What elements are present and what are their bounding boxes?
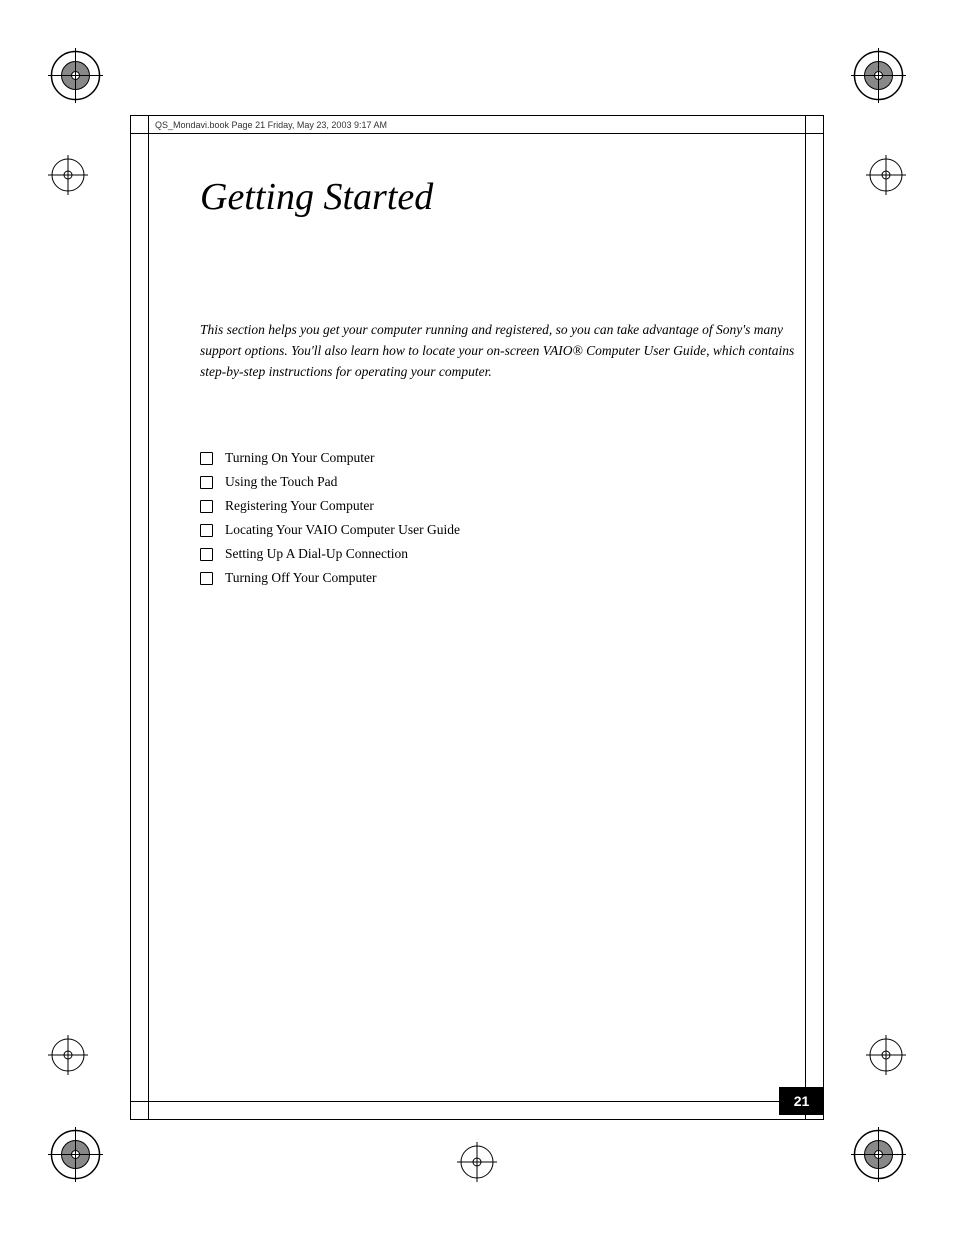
topic-list: Turning On Your Computer Using the Touch …: [200, 450, 799, 594]
rule-bottom-outer: [130, 1119, 824, 1120]
rule-right-inner: [805, 115, 806, 1120]
page-number-box: 21: [779, 1087, 824, 1115]
reg-mark-bottom-center: [457, 1142, 497, 1187]
page-number: 21: [794, 1093, 810, 1109]
list-checkbox-icon: [200, 572, 213, 585]
list-item: Turning On Your Computer: [200, 450, 799, 466]
rule-top-outer: [130, 115, 824, 116]
reg-mark-left-top: [48, 155, 88, 200]
rule-bottom-inner: [130, 1101, 824, 1102]
chapter-title: Getting Started: [200, 175, 433, 219]
corner-deco-br: [851, 1127, 906, 1187]
list-checkbox-icon: [200, 452, 213, 465]
reg-mark-right-top: [866, 155, 906, 200]
rule-left-outer: [130, 115, 131, 1120]
list-item-text: Locating Your VAIO Computer User Guide: [225, 522, 460, 538]
list-item-text: Setting Up A Dial-Up Connection: [225, 546, 408, 562]
list-item: Locating Your VAIO Computer User Guide: [200, 522, 799, 538]
list-checkbox-icon: [200, 524, 213, 537]
list-item: Registering Your Computer: [200, 498, 799, 514]
reg-mark-right-bottom: [866, 1035, 906, 1080]
list-item-text: Turning Off Your Computer: [225, 570, 377, 586]
file-info: QS_Mondavi.book Page 21 Friday, May 23, …: [155, 120, 387, 130]
list-checkbox-icon: [200, 500, 213, 513]
rule-right-outer: [823, 115, 824, 1120]
rule-left-inner: [148, 115, 149, 1120]
list-item: Turning Off Your Computer: [200, 570, 799, 586]
corner-deco-tl: [48, 48, 103, 108]
list-item-text: Registering Your Computer: [225, 498, 374, 514]
list-item: Setting Up A Dial-Up Connection: [200, 546, 799, 562]
list-item-text: Using the Touch Pad: [225, 474, 337, 490]
corner-deco-tr: [851, 48, 906, 108]
list-checkbox-icon: [200, 548, 213, 561]
reg-mark-left-bottom: [48, 1035, 88, 1080]
list-item: Using the Touch Pad: [200, 474, 799, 490]
list-item-text: Turning On Your Computer: [225, 450, 375, 466]
intro-paragraph: This section helps you get your computer…: [200, 320, 799, 383]
rule-top-inner: [130, 133, 824, 134]
corner-deco-bl: [48, 1127, 103, 1187]
list-checkbox-icon: [200, 476, 213, 489]
